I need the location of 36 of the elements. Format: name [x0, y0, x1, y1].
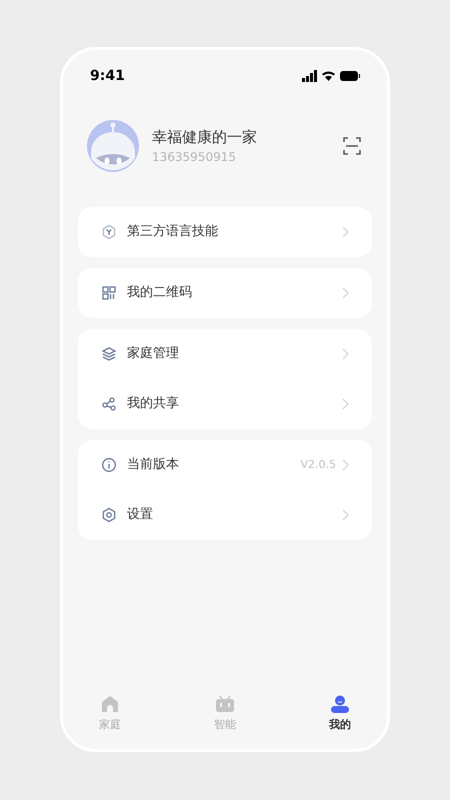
home-icon	[100, 694, 120, 712]
user-icon	[330, 694, 350, 712]
profile-name: 幸福健康的一家	[152, 127, 258, 148]
scan-button[interactable]	[341, 135, 363, 157]
status-time: 9:41	[90, 66, 125, 86]
menu-item-label: 我的共享	[127, 395, 180, 414]
chevron-right-icon	[342, 398, 349, 410]
menu-item-label: 当前版本	[127, 456, 180, 474]
menu-item[interactable]: 第三方语言技能	[78, 207, 372, 257]
status-icons-drawing	[302, 70, 360, 82]
robot-icon	[215, 694, 235, 712]
share-icon	[101, 396, 117, 412]
menu-item[interactable]: 家庭管理	[78, 329, 372, 379]
scan-icon	[343, 137, 361, 155]
menu-item-label: 我的二维码	[127, 284, 193, 302]
version-value: V2.0.5	[300, 456, 336, 473]
chevron-right-icon	[342, 226, 349, 238]
chevron-right-icon	[342, 459, 349, 471]
menu-item[interactable]: 设置	[78, 490, 372, 540]
profile-phone: 13635950915	[152, 149, 237, 166]
layers-icon	[101, 346, 117, 362]
menu-item[interactable]: 当前版本 V2.0.5	[78, 440, 372, 490]
chevron-right-icon	[342, 509, 349, 521]
menu-item[interactable]: 我的二维码	[78, 268, 372, 318]
settings-icon	[101, 507, 117, 523]
chevron-right-icon	[342, 287, 349, 299]
robot-avatar	[87, 120, 139, 172]
qr-code-icon	[101, 285, 117, 301]
menu-item-label: 家庭管理	[127, 345, 180, 364]
chevron-right-icon	[342, 348, 349, 360]
menu-item-label: 第三方语言技能	[127, 223, 219, 242]
menu-item-label: 设置	[127, 506, 154, 524]
tab-item[interactable]: 我的	[320, 694, 360, 733]
menu-item[interactable]: 我的共享	[78, 379, 372, 429]
info-icon	[101, 457, 117, 473]
hexagon-icon	[101, 224, 117, 240]
